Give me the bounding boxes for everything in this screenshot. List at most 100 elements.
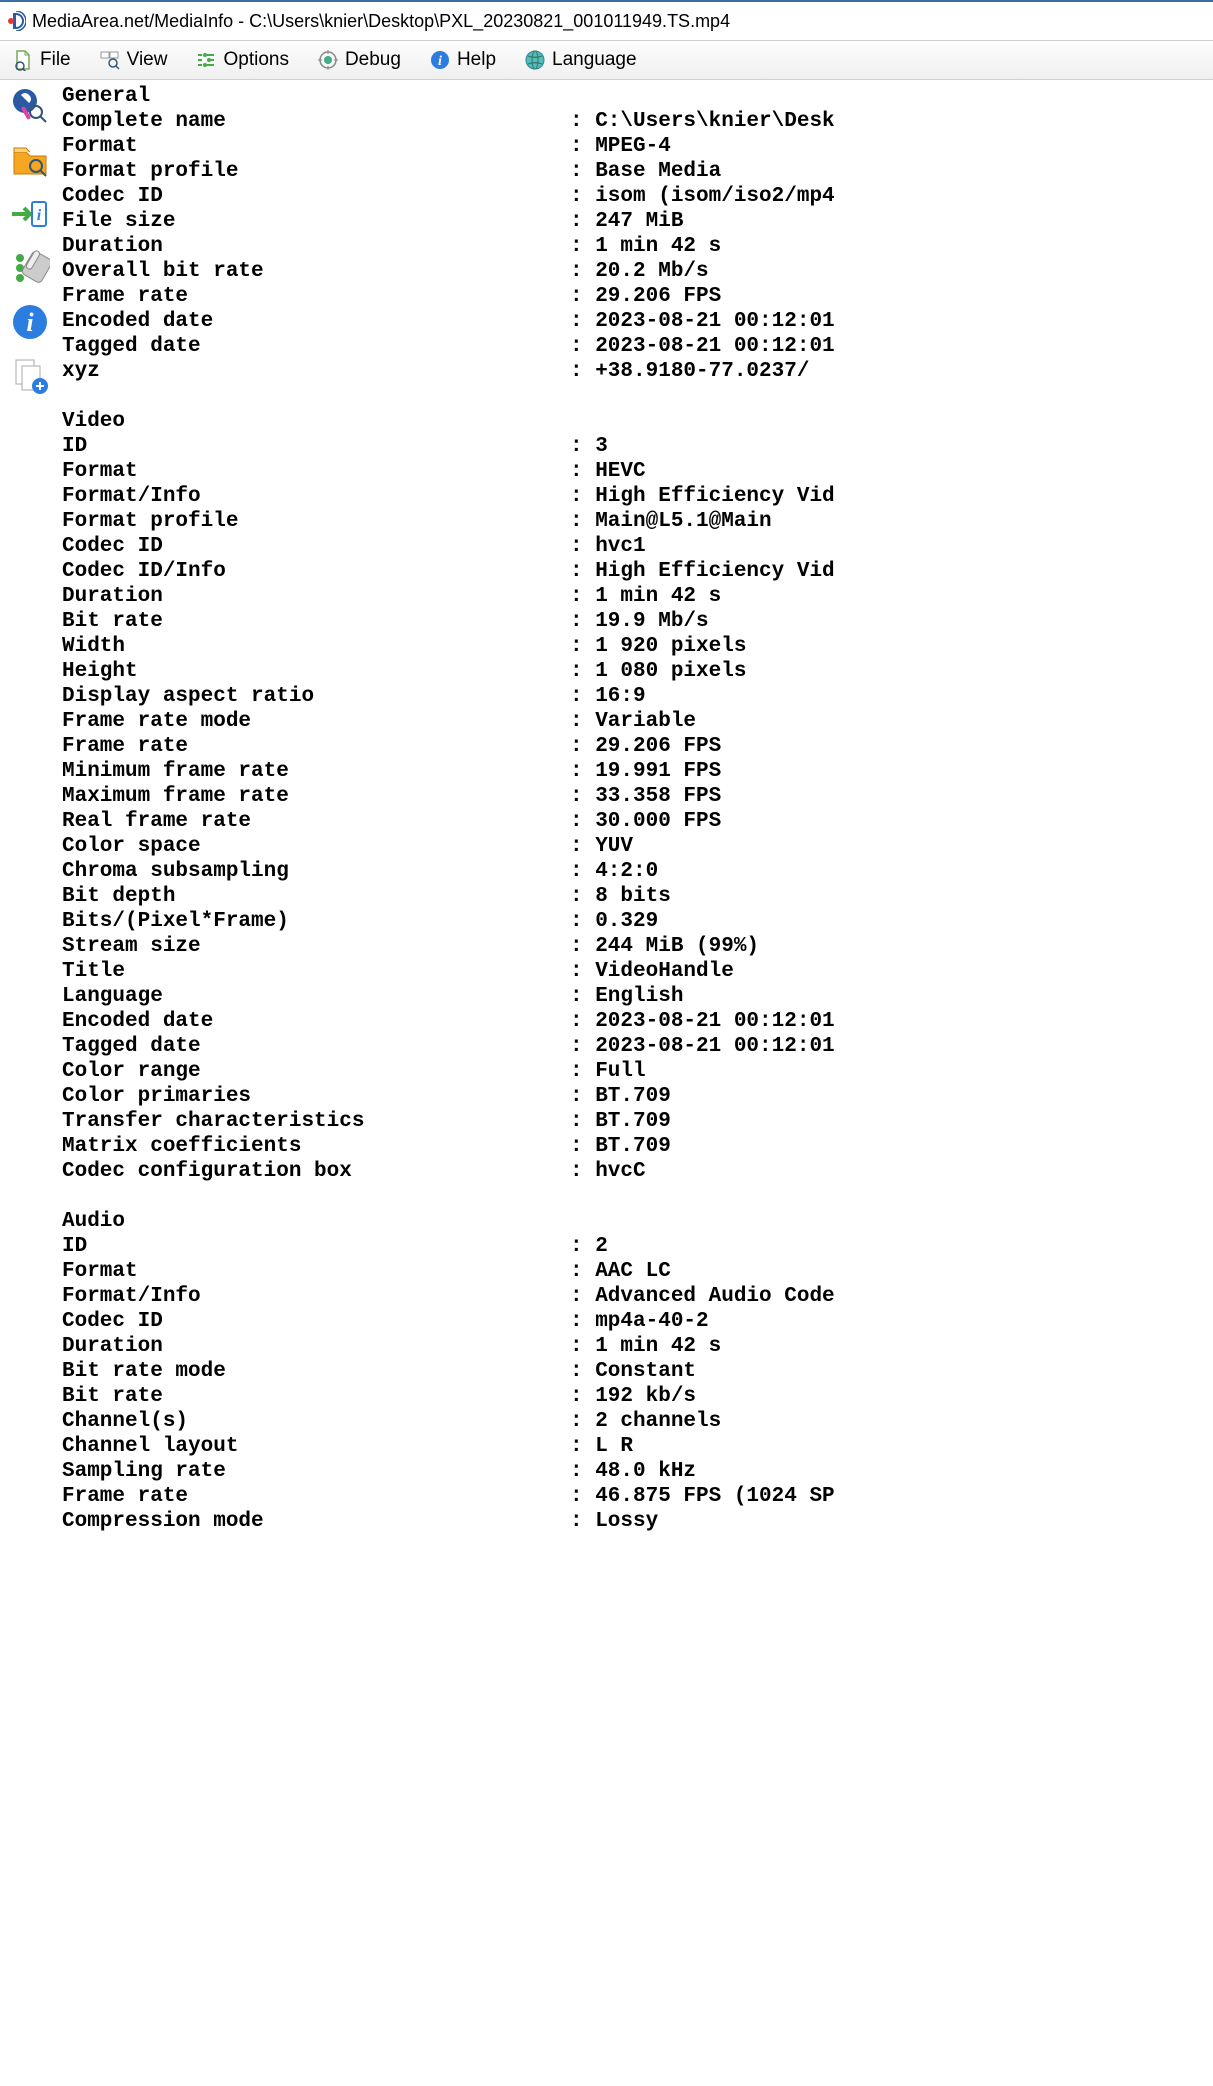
info-key: Frame rate mode [62, 709, 570, 734]
info-row: Duration: 1 min 42 s [62, 234, 1213, 259]
info-key: Codec configuration box [62, 1159, 570, 1184]
info-row: Real frame rate: 30.000 FPS [62, 809, 1213, 834]
info-value: : Main@L5.1@Main [570, 509, 772, 534]
info-row: Codec ID: mp4a-40-2 [62, 1309, 1213, 1334]
info-row: Transfer characteristics: BT.709 [62, 1109, 1213, 1134]
section-header: Audio [62, 1209, 1213, 1234]
info-value: : BT.709 [570, 1109, 671, 1134]
info-key: Bit rate [62, 1384, 570, 1409]
info-value: : HEVC [570, 459, 646, 484]
menu-view[interactable]: View [91, 41, 188, 79]
tool-about[interactable]: i [8, 300, 52, 344]
info-key: Frame rate [62, 284, 570, 309]
info-key: Format profile [62, 509, 570, 534]
info-value: : 30.000 FPS [570, 809, 721, 834]
info-key: Matrix coefficients [62, 1134, 570, 1159]
info-key: Format [62, 459, 570, 484]
info-row: xyz: +38.9180-77.0237/ [62, 359, 1213, 384]
blank-line [62, 384, 1213, 409]
file-icon [12, 49, 34, 71]
info-row: Encoded date: 2023-08-21 00:12:01 [62, 1009, 1213, 1034]
info-value: : L R [570, 1434, 633, 1459]
svg-text:i: i [438, 54, 442, 69]
info-value: : YUV [570, 834, 633, 859]
info-row: Minimum frame rate: 19.991 FPS [62, 759, 1213, 784]
info-key: Color space [62, 834, 570, 859]
info-row: ID: 3 [62, 434, 1213, 459]
info-key: Codec ID [62, 1309, 570, 1334]
info-row: Format: MPEG-4 [62, 134, 1213, 159]
info-key: File size [62, 209, 570, 234]
tool-folder-search[interactable] [8, 138, 52, 182]
info-key: Bit rate mode [62, 1359, 570, 1384]
menu-debug[interactable]: Debug [309, 41, 421, 79]
info-key: Tagged date [62, 334, 570, 359]
info-value: : 1 min 42 s [570, 234, 721, 259]
info-value: : 1 min 42 s [570, 1334, 721, 1359]
info-row: Format: AAC LC [62, 1259, 1213, 1284]
menu-options[interactable]: Options [187, 41, 308, 79]
info-value: : +38.9180-77.0237/ [570, 359, 809, 384]
info-row: Bit depth: 8 bits [62, 884, 1213, 909]
info-row: Chroma subsampling: 4:2:0 [62, 859, 1213, 884]
blank-line [62, 1184, 1213, 1209]
language-icon [524, 49, 546, 71]
svg-text:i: i [37, 207, 42, 224]
info-row: File size: 247 MiB [62, 209, 1213, 234]
info-row: Complete name: C:\Users\knier\Desk [62, 109, 1213, 134]
info-row: Stream size: 244 MiB (99%) [62, 934, 1213, 959]
info-key: Encoded date [62, 1009, 570, 1034]
info-key: Frame rate [62, 734, 570, 759]
info-key: Width [62, 634, 570, 659]
info-row: Frame rate: 46.875 FPS (1024 SP [62, 1484, 1213, 1509]
menu-file[interactable]: File [4, 41, 91, 79]
tool-export[interactable] [8, 354, 52, 398]
menu-file-label: File [40, 49, 71, 71]
info-key: Title [62, 959, 570, 984]
menu-bar: File View Options Debug i Help Language [0, 40, 1213, 80]
info-key: Channel layout [62, 1434, 570, 1459]
info-key: Format/Info [62, 484, 570, 509]
info-value: : 19.991 FPS [570, 759, 721, 784]
info-key: xyz [62, 359, 570, 384]
info-value: : 2023-08-21 00:12:01 [570, 1034, 835, 1059]
tool-media-search[interactable] [8, 84, 52, 128]
info-row: Bit rate: 192 kb/s [62, 1384, 1213, 1409]
info-key: Codec ID [62, 184, 570, 209]
info-value: : 29.206 FPS [570, 284, 721, 309]
menu-options-label: Options [223, 49, 288, 71]
info-row: Encoded date: 2023-08-21 00:12:01 [62, 309, 1213, 334]
info-key: Stream size [62, 934, 570, 959]
info-row: Format profile: Main@L5.1@Main [62, 509, 1213, 534]
info-row: Bits/(Pixel*Frame): 0.329 [62, 909, 1213, 934]
info-key: Duration [62, 584, 570, 609]
info-row: Bit rate: 19.9 Mb/s [62, 609, 1213, 634]
info-key: Bit rate [62, 609, 570, 634]
info-key: Bits/(Pixel*Frame) [62, 909, 570, 934]
tool-import-info[interactable]: i [8, 192, 52, 236]
info-key: Maximum frame rate [62, 784, 570, 809]
info-key: Bit depth [62, 884, 570, 909]
menu-debug-label: Debug [345, 49, 401, 71]
info-value: : High Efficiency Vid [570, 484, 835, 509]
tool-preferences[interactable] [8, 246, 52, 290]
info-row: Codec configuration box: hvcC [62, 1159, 1213, 1184]
info-key: Duration [62, 1334, 570, 1359]
info-row: Duration: 1 min 42 s [62, 1334, 1213, 1359]
menu-language[interactable]: Language [516, 41, 657, 79]
info-row: Tagged date: 2023-08-21 00:12:01 [62, 1034, 1213, 1059]
app-icon [6, 11, 26, 31]
info-value: : English [570, 984, 683, 1009]
info-value: : 46.875 FPS (1024 SP [570, 1484, 835, 1509]
debug-icon [317, 49, 339, 71]
info-key: Format [62, 134, 570, 159]
info-row: ID: 2 [62, 1234, 1213, 1259]
info-text-view[interactable]: GeneralComplete name: C:\Users\knier\Des… [60, 80, 1213, 1534]
view-icon [99, 49, 121, 71]
info-value: : 192 kb/s [570, 1384, 696, 1409]
menu-help[interactable]: i Help [421, 41, 516, 79]
info-key: Overall bit rate [62, 259, 570, 284]
info-value: : 33.358 FPS [570, 784, 721, 809]
info-value: : Variable [570, 709, 696, 734]
info-row: Format/Info: High Efficiency Vid [62, 484, 1213, 509]
